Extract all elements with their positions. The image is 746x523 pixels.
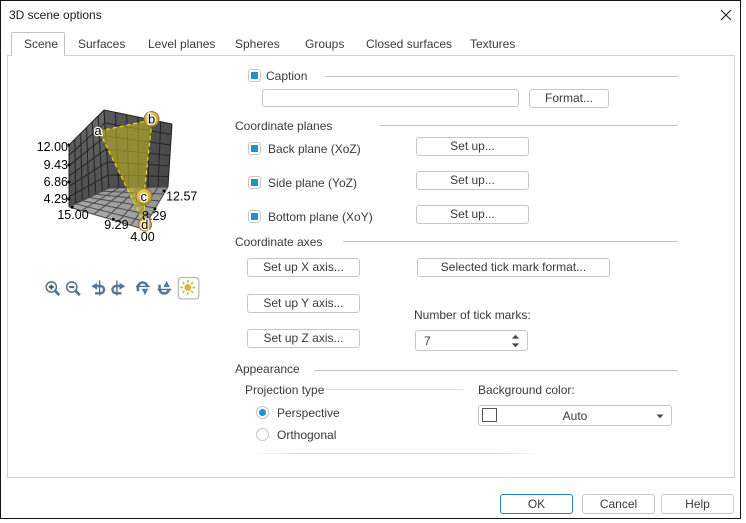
svg-text:9.29: 9.29 [104, 218, 128, 232]
svg-text:b: b [148, 112, 155, 127]
svg-text:12.57: 12.57 [166, 190, 197, 204]
svg-text:c: c [141, 189, 148, 204]
svg-text:4.00: 4.00 [130, 230, 154, 244]
svg-text:15.00: 15.00 [57, 208, 88, 222]
svg-text:12.00: 12.00 [37, 140, 68, 154]
svg-text:4.29: 4.29 [44, 192, 68, 206]
svg-text:a: a [94, 123, 102, 138]
svg-text:d: d [141, 217, 148, 232]
svg-text:6.86: 6.86 [44, 175, 68, 189]
svg-text:9.43: 9.43 [44, 158, 68, 172]
